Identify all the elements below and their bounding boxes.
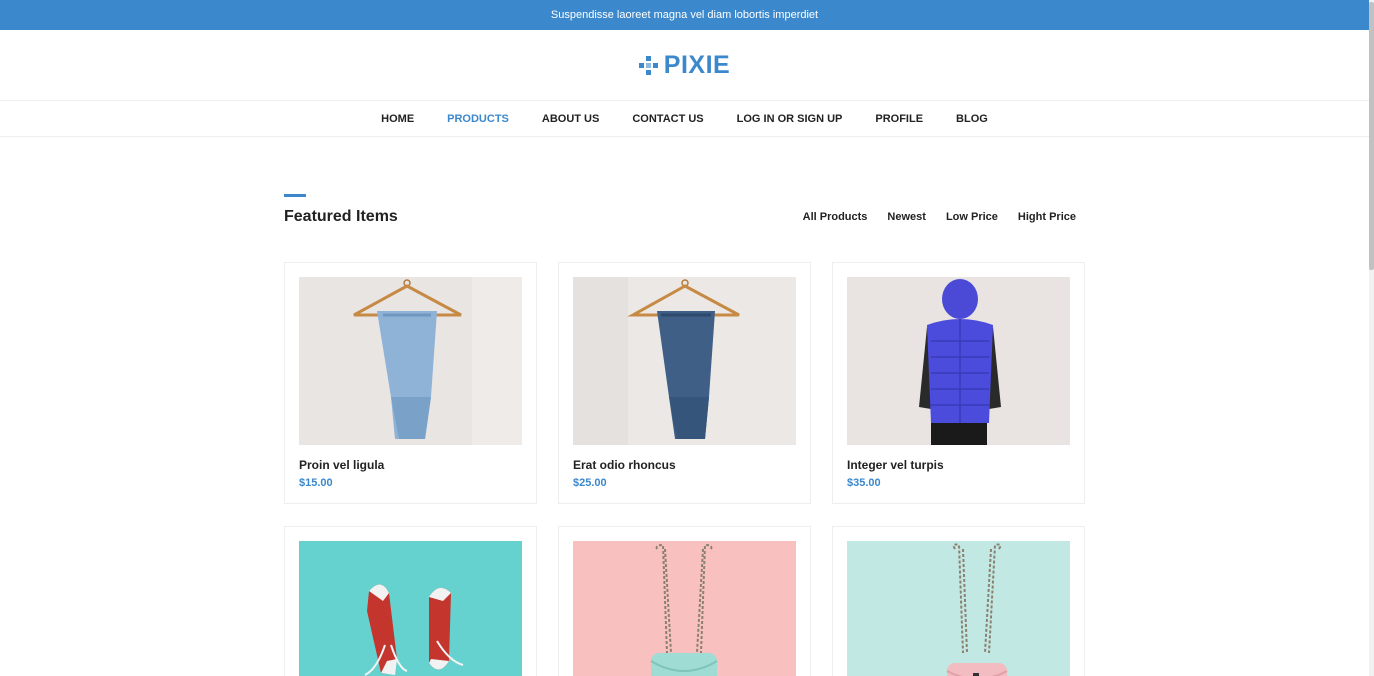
nav-about-us[interactable]: ABOUT US	[542, 113, 599, 125]
product-card[interactable]	[558, 526, 811, 676]
nav-profile[interactable]: PROFILE	[875, 113, 923, 125]
nav-login-signup[interactable]: LOG IN OR SIGN UP	[737, 113, 843, 125]
product-price: $35.00	[847, 477, 881, 489]
product-card[interactable]: Erat odio rhoncus $25.00	[558, 262, 811, 504]
main-nav: HOME PRODUCTS ABOUT US CONTACT US LOG IN…	[0, 100, 1369, 137]
section-accent-line	[284, 194, 306, 197]
nav-contact-us[interactable]: CONTACT US	[632, 113, 703, 125]
product-price: $15.00	[299, 477, 333, 489]
product-image[interactable]	[573, 541, 796, 676]
diamond-pixel-icon	[638, 55, 658, 75]
product-card[interactable]	[832, 526, 1085, 676]
section-title: Featured Items	[284, 208, 398, 225]
brand-logo[interactable]: PIXIE	[664, 51, 730, 80]
product-image[interactable]	[573, 277, 796, 445]
filter-newest[interactable]: Newest	[887, 211, 926, 223]
product-image[interactable]	[847, 277, 1070, 445]
brand-header: PIXIE	[0, 30, 1369, 100]
product-price: $25.00	[573, 477, 607, 489]
product-image[interactable]	[299, 277, 522, 445]
announcement-bar: Suspendisse laoreet magna vel diam lobor…	[0, 0, 1369, 30]
product-name[interactable]: Integer vel turpis	[847, 458, 944, 472]
product-image[interactable]	[847, 541, 1070, 676]
product-card[interactable]	[284, 526, 537, 676]
product-filters: All Products Newest Low Price Hight Pric…	[803, 211, 1076, 223]
announcement-text: Suspendisse laoreet magna vel diam lobor…	[550, 9, 819, 21]
filter-high-price[interactable]: Hight Price	[1018, 211, 1076, 223]
product-image[interactable]	[299, 541, 522, 676]
nav-blog[interactable]: BLOG	[956, 113, 988, 125]
product-name[interactable]: Erat odio rhoncus	[573, 458, 676, 472]
nav-products[interactable]: PRODUCTS	[447, 113, 509, 125]
nav-home[interactable]: HOME	[381, 113, 414, 125]
product-name[interactable]: Proin vel ligula	[299, 458, 384, 472]
product-card[interactable]: Integer vel turpis $35.00	[832, 262, 1085, 504]
product-card[interactable]: Proin vel ligula $15.00	[284, 262, 537, 504]
page-scrollbar[interactable]	[1369, 0, 1374, 676]
scrollbar-thumb[interactable]	[1369, 2, 1374, 270]
filter-all-products[interactable]: All Products	[803, 211, 868, 223]
filter-low-price[interactable]: Low Price	[946, 211, 998, 223]
